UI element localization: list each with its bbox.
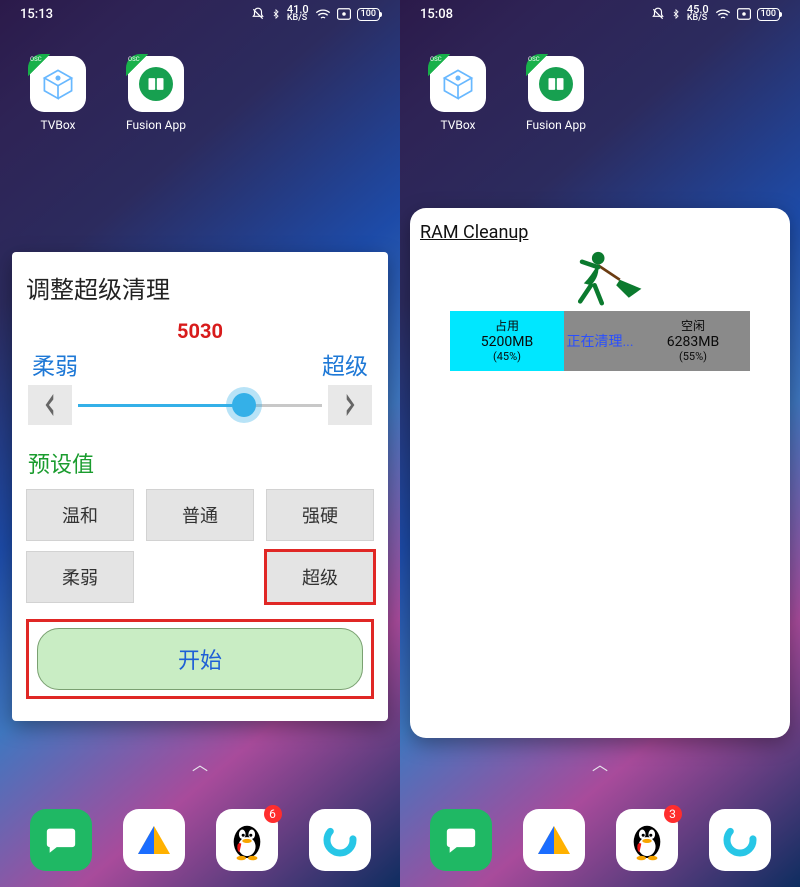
app-label: TVBox: [40, 118, 75, 132]
browser-ring-icon: [720, 820, 760, 860]
triangle-colors-icon: [134, 820, 174, 860]
net-speed: 45.0 KB/S: [687, 5, 709, 23]
dnd-icon: [651, 7, 665, 21]
wifi-icon: [715, 8, 731, 20]
dialog-title: 调整超级清理: [26, 270, 374, 305]
qq-penguin-icon: [228, 819, 266, 861]
battery-icon: 100: [357, 8, 380, 21]
app-tvbox[interactable]: OSC TVBox: [426, 56, 490, 132]
nav-up-caret-icon[interactable]: ︿: [192, 751, 208, 775]
ram-cleaning-segment: 正在清理...: [564, 311, 636, 371]
battery-icon: 100: [757, 8, 780, 21]
chat-bubble-icon: [44, 823, 78, 857]
chat-bubble-icon: [444, 823, 478, 857]
preset-button[interactable]: 强硬: [266, 489, 374, 541]
dock: 6: [0, 809, 400, 871]
nav-up-caret-icon[interactable]: ︿: [592, 751, 608, 775]
status-time: 15:13: [20, 7, 251, 22]
dock-app-2[interactable]: [523, 809, 585, 871]
qq-badge: 3: [664, 805, 682, 823]
app-fusion[interactable]: OSC Fusion App: [124, 56, 188, 132]
dock-browser[interactable]: [309, 809, 371, 871]
preset-button[interactable]: 超级: [266, 551, 374, 603]
chevron-right-icon: [343, 394, 357, 416]
dock-messages[interactable]: [430, 809, 492, 871]
dock-messages[interactable]: [30, 809, 92, 871]
bluetooth-icon: [671, 7, 681, 21]
chevron-left-icon: [43, 394, 57, 416]
net-speed: 41.0 KB/S: [287, 5, 309, 23]
fusion-icon: [539, 67, 573, 101]
browser-ring-icon: [320, 820, 360, 860]
home-apps-row: OSC TVBox OSC Fusion App: [426, 56, 588, 132]
volte-icon: [337, 8, 351, 20]
phone-left: 15:13 41.0 KB/S 100 OSC TVBox: [0, 0, 400, 887]
ram-free-segment: 空闲 6283MB (55%): [636, 311, 750, 371]
sweeping-person-icon: [555, 249, 645, 307]
volte-icon: [737, 8, 751, 20]
dock-qq[interactable]: 3: [616, 809, 678, 871]
bluetooth-icon: [271, 7, 281, 21]
osc-badge-icon: OSC: [28, 54, 50, 76]
app-label: Fusion App: [126, 118, 186, 132]
qq-badge: 6: [264, 805, 282, 823]
slider-increment-button[interactable]: [328, 385, 372, 425]
ram-title: RAM Cleanup: [420, 222, 780, 243]
slider-max-label: 超级: [322, 347, 368, 381]
dock: 3: [400, 809, 800, 871]
cleanup-slider[interactable]: [78, 385, 322, 425]
qq-penguin-icon: [628, 819, 666, 861]
app-label: Fusion App: [526, 118, 586, 132]
ram-bar: 占用 5200MB (45%) 正在清理... 空闲 6283MB (55%): [450, 311, 750, 371]
start-highlight: 开始: [26, 619, 374, 699]
triangle-colors-icon: [534, 820, 574, 860]
app-tvbox[interactable]: OSC TVBox: [26, 56, 90, 132]
cleanup-dialog: 调整超级清理 5030 柔弱 超级 预设值 温和普通强硬柔弱超级 开始: [12, 252, 388, 721]
dock-qq[interactable]: 6: [216, 809, 278, 871]
slider-decrement-button[interactable]: [28, 385, 72, 425]
preset-button[interactable]: 温和: [26, 489, 134, 541]
ram-used-segment: 占用 5200MB (45%): [450, 311, 564, 371]
osc-badge-icon: OSC: [428, 54, 450, 76]
dock-app-2[interactable]: [123, 809, 185, 871]
phone-right: 15:08 45.0 KB/S 100 OSC TVBox: [400, 0, 800, 887]
fusion-icon: [139, 67, 173, 101]
presets-label: 预设值: [28, 447, 372, 479]
preset-button[interactable]: 普通: [146, 489, 254, 541]
preset-button[interactable]: 柔弱: [26, 551, 134, 603]
home-apps-row: OSC TVBox OSC Fusion App: [26, 56, 188, 132]
app-fusion[interactable]: OSC Fusion App: [524, 56, 588, 132]
ram-cleanup-card: RAM Cleanup 占用 5200MB (45%) 正在清理... 空闲 6…: [410, 208, 790, 738]
slider-min-label: 柔弱: [32, 347, 78, 381]
status-bar: 15:08 45.0 KB/S 100: [400, 0, 800, 28]
status-time: 15:08: [420, 7, 651, 22]
app-label: TVBox: [440, 118, 475, 132]
slider-readout: 5030: [26, 319, 374, 343]
wifi-icon: [315, 8, 331, 20]
start-button[interactable]: 开始: [37, 628, 363, 690]
dnd-icon: [251, 7, 265, 21]
status-bar: 15:13 41.0 KB/S 100: [0, 0, 400, 28]
dock-browser[interactable]: [709, 809, 771, 871]
